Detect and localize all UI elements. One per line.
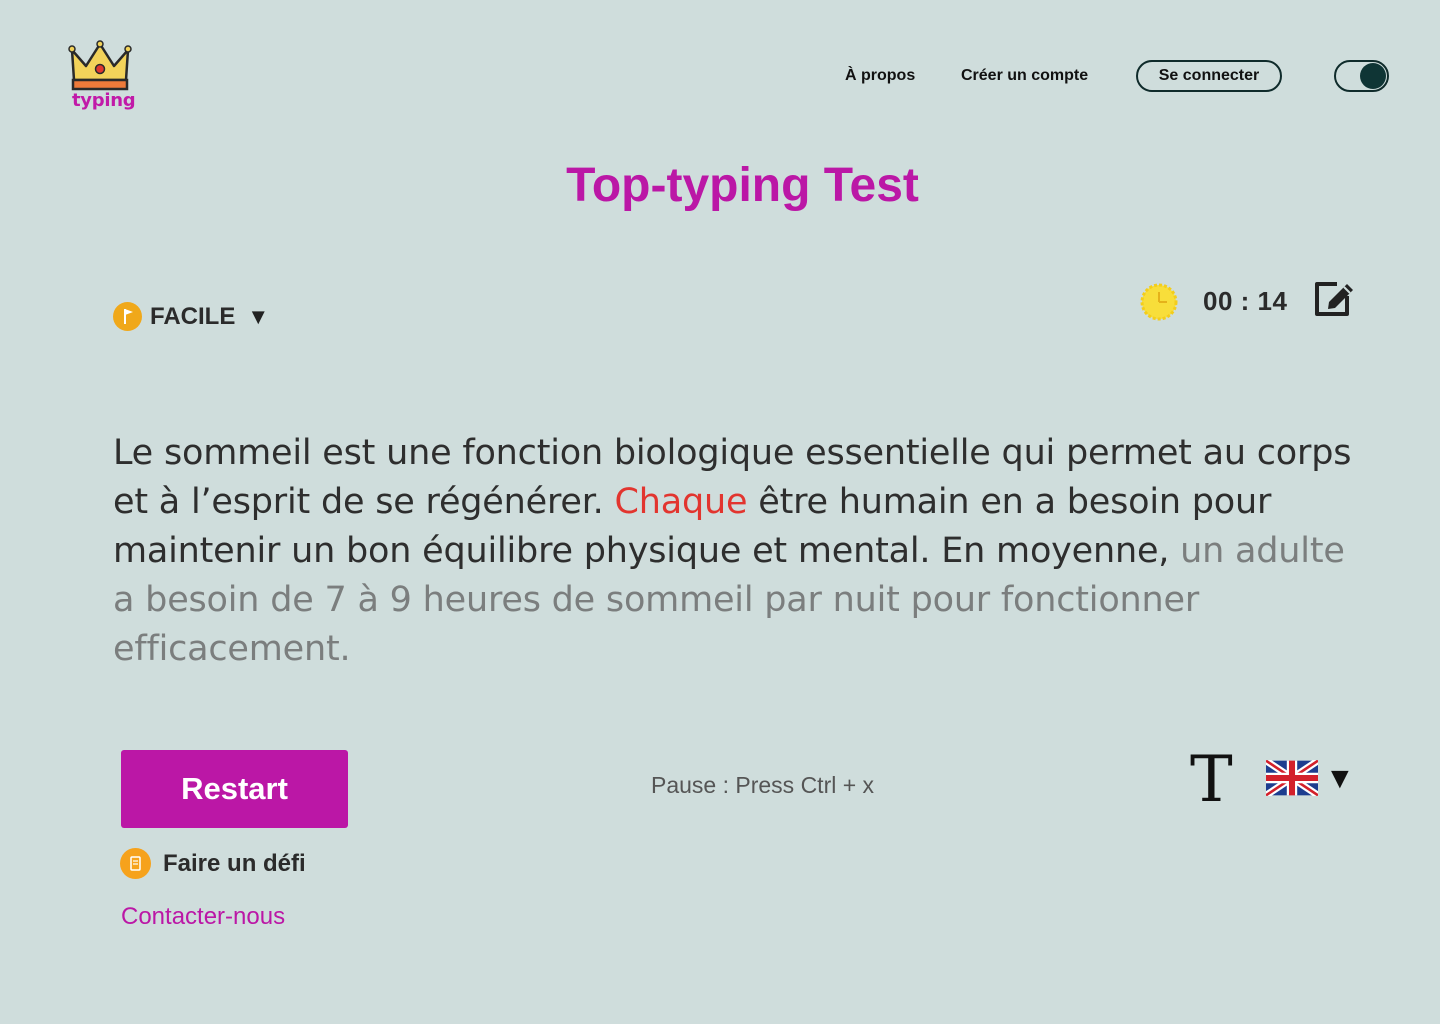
contact-link[interactable]: Contacter-nous — [121, 903, 285, 931]
font-settings-icon[interactable]: T — [1190, 748, 1233, 812]
nav-create-account-link[interactable]: Créer un compte — [961, 60, 1088, 92]
pause-hint: Pause : Press Ctrl + x — [651, 772, 875, 798]
difficulty-label: FACILE — [150, 302, 236, 330]
challenge-icon — [120, 848, 151, 879]
flag-icon — [113, 302, 142, 331]
logo[interactable]: typing — [68, 40, 136, 116]
theme-toggle[interactable] — [1334, 60, 1389, 92]
login-button[interactable]: Se connecter — [1136, 60, 1282, 92]
typing-passage[interactable]: Le sommeil est une fonction biologique e… — [113, 429, 1373, 674]
challenge-label: Faire un défi — [163, 849, 306, 877]
challenge-link[interactable]: Faire un défi — [120, 848, 306, 879]
nav-about-link[interactable]: À propos — [845, 60, 915, 92]
toggle-knob — [1360, 63, 1386, 89]
page-title: Top-typing Test — [566, 159, 919, 212]
logo-text: typing — [72, 90, 136, 111]
difficulty-dropdown[interactable]: FACILE ▼ — [113, 302, 269, 331]
clock-icon — [1140, 283, 1178, 321]
language-caret-icon[interactable]: ▼ — [1325, 762, 1355, 796]
caret-down-icon: ▼ — [247, 303, 270, 329]
crown-icon — [68, 40, 132, 91]
uk-flag-icon[interactable] — [1266, 760, 1318, 796]
edit-icon[interactable] — [1311, 278, 1357, 318]
timer-display: 00 : 14 — [1203, 286, 1288, 316]
passage-current-word: Chaque — [614, 482, 748, 522]
restart-button[interactable]: Restart — [121, 750, 348, 828]
